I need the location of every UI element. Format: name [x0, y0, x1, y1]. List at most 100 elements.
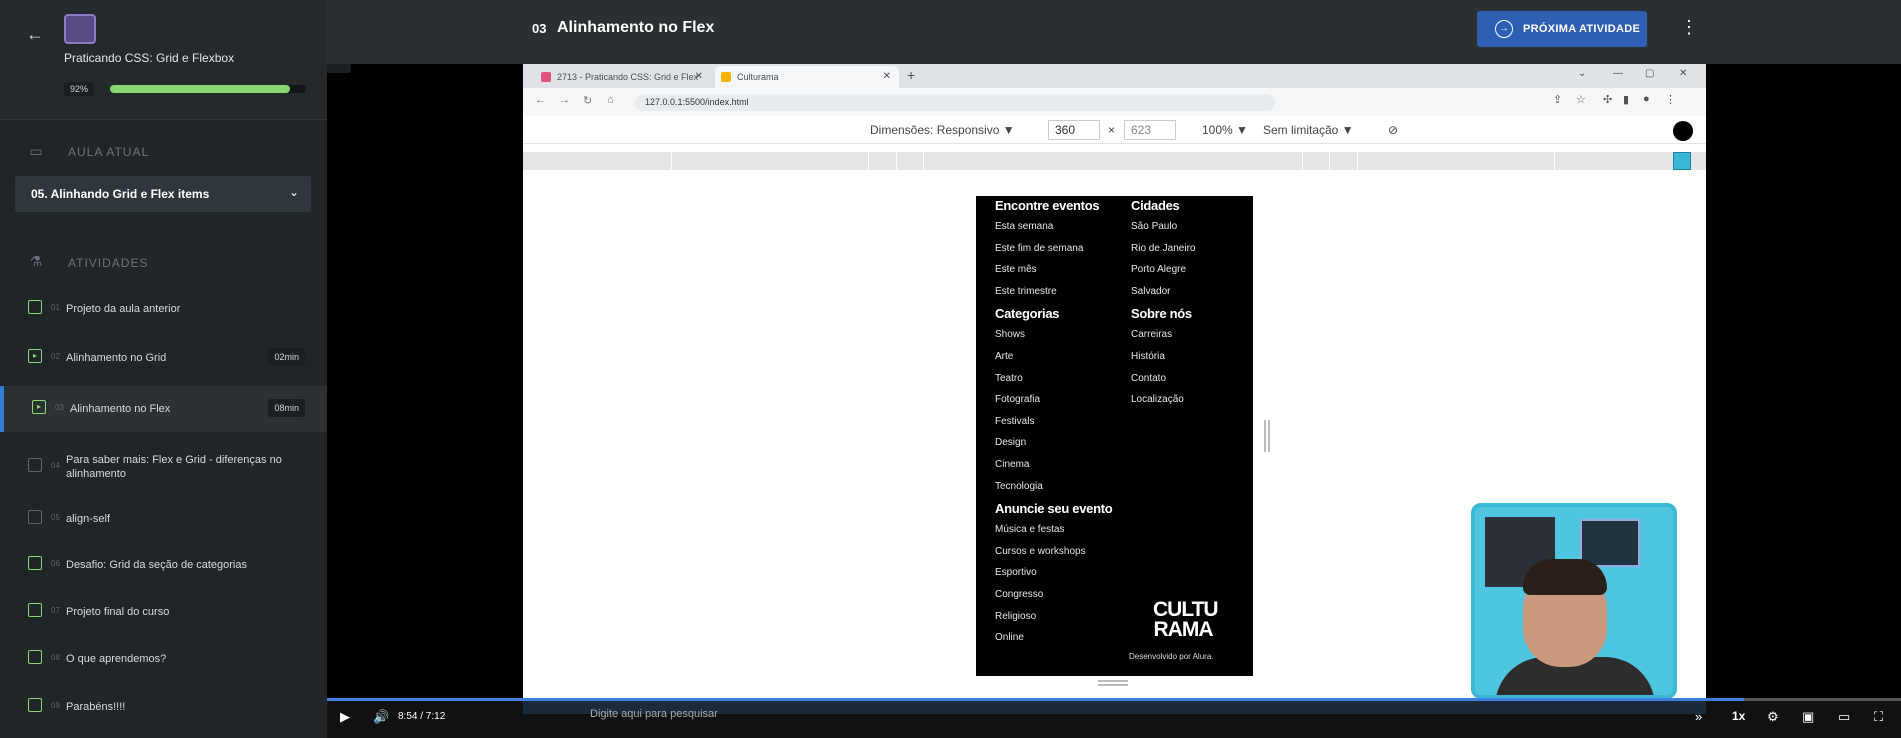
- device-toggle-icon[interactable]: [1673, 152, 1691, 170]
- activity-number: 05: [51, 513, 60, 522]
- extensions-icon[interactable]: ✣: [1603, 93, 1612, 106]
- footer-link[interactable]: Rio de Janeiro: [1131, 242, 1195, 264]
- dimensions-select[interactable]: Dimensões: Responsivo ▼: [870, 123, 1015, 137]
- close-icon[interactable]: ✕: [695, 66, 703, 88]
- sidebar-item-activity[interactable]: ▸ 03 Alinhamento no Flex 08min: [0, 386, 327, 432]
- resize-handle-horizontal[interactable]: [1098, 680, 1128, 686]
- footer-link[interactable]: Teatro: [995, 372, 1112, 394]
- width-input[interactable]: 360: [1048, 120, 1100, 140]
- footer-heading: Anuncie seu evento: [995, 501, 1113, 517]
- reload-icon[interactable]: ↻: [583, 94, 592, 107]
- footer-link[interactable]: Este mês: [995, 263, 1112, 285]
- footer-link[interactable]: Salvador: [1131, 285, 1195, 307]
- forward-icon[interactable]: →: [559, 94, 570, 106]
- rotate-icon[interactable]: ⊘: [1388, 123, 1398, 137]
- url-field[interactable]: 127.0.0.1:5500/index.html: [635, 94, 1275, 111]
- tab-search-icon[interactable]: ⌄: [1578, 68, 1586, 79]
- pip-icon[interactable]: ▣: [1802, 709, 1814, 725]
- next-activity-label: PRÓXIMA ATIVIDADE: [1523, 23, 1641, 35]
- figma-icon: [541, 72, 551, 82]
- progress-bar: [110, 85, 306, 93]
- footer-link[interactable]: Cursos e workshops: [995, 545, 1112, 567]
- activity-title: O que aprendemos?: [66, 653, 167, 665]
- activity-number: 08: [51, 653, 60, 662]
- footer-link[interactable]: Localização: [1131, 393, 1195, 415]
- profile-icon[interactable]: ●: [1643, 93, 1650, 105]
- throttle-select[interactable]: Sem limitação ▼: [1263, 123, 1354, 137]
- more-options-icon[interactable]: ⋮: [1680, 17, 1698, 38]
- footer-link[interactable]: Contato: [1131, 372, 1195, 394]
- browser-tabstrip: 2713 - Praticando CSS: Grid e Flex ✕ Cul…: [523, 64, 1706, 88]
- address-bar: ← → ↻ ⌂ 127.0.0.1:5500/index.html ⇪ ☆ ✣ …: [523, 88, 1706, 116]
- share-icon[interactable]: ⇪: [1553, 93, 1562, 106]
- footer-link[interactable]: Fotografia: [995, 393, 1112, 415]
- height-input[interactable]: 623: [1124, 120, 1176, 140]
- media-query-ruler: [523, 152, 1706, 170]
- close-icon[interactable]: ✕: [883, 66, 891, 88]
- sidebar-item-activity[interactable]: ▸ 02 Alinhamento no Grid 02min: [0, 335, 327, 381]
- play-icon: ▸: [32, 400, 46, 414]
- back-icon[interactable]: ←: [535, 94, 546, 106]
- browser-tab[interactable]: 2713 - Praticando CSS: Grid e Flex ✕: [535, 66, 711, 88]
- resize-handle-vertical[interactable]: [1264, 420, 1270, 452]
- sidebar-item-activity[interactable]: 05 align-self: [0, 496, 327, 542]
- sidebar-item-activity[interactable]: 01 Projeto da aula anterior: [0, 286, 327, 332]
- footer-link[interactable]: Festivals: [995, 415, 1112, 437]
- mobile-viewport: Encontre eventos Esta semana Este fim de s…: [976, 196, 1253, 676]
- footer-link[interactable]: Esportivo: [995, 566, 1112, 588]
- footer-link[interactable]: Congresso: [995, 588, 1112, 610]
- devtools-settings-icon[interactable]: [1673, 121, 1693, 141]
- footer-link[interactable]: Este fim de semana: [995, 242, 1112, 264]
- lesson-number: 03: [532, 21, 547, 36]
- home-icon[interactable]: ⌂: [607, 94, 614, 106]
- footer-link[interactable]: Esta semana: [995, 220, 1112, 242]
- footer-link[interactable]: História: [1131, 350, 1195, 372]
- new-tab-icon[interactable]: +: [907, 67, 915, 83]
- activity-title: Projeto da aula anterior: [66, 303, 181, 315]
- next-activity-button[interactable]: → PRÓXIMA ATIVIDADE: [1477, 11, 1647, 47]
- footer-link[interactable]: Carreiras: [1131, 328, 1195, 350]
- sidebar-item-activity[interactable]: 08 O que aprendemos?: [0, 636, 327, 682]
- footer-link[interactable]: Porto Alegre: [1131, 263, 1195, 285]
- footer-link[interactable]: Shows: [995, 328, 1112, 350]
- minimize-icon[interactable]: —: [1613, 68, 1623, 79]
- footer-link[interactable]: Arte: [995, 350, 1112, 372]
- menu-icon[interactable]: ⋮: [1665, 93, 1676, 106]
- footer-link[interactable]: Design: [995, 436, 1112, 458]
- footer-link[interactable]: Online: [995, 631, 1112, 653]
- sidebar-item-activity[interactable]: 09 Parabéns!!!!: [0, 684, 327, 730]
- sidebar-item-activity[interactable]: 07 Projeto final do curso: [0, 589, 327, 635]
- footer-link[interactable]: Cinema: [995, 458, 1112, 480]
- footer-link[interactable]: Música e festas: [995, 523, 1112, 545]
- settings-icon[interactable]: ⚙: [1767, 709, 1779, 725]
- current-lesson-select[interactable]: 05. Alinhando Grid e Flex items ⌄: [15, 176, 311, 212]
- activity-title: Para saber mais: Flex e Grid - diferença…: [66, 454, 282, 480]
- footer-link[interactable]: Tecnologia: [995, 480, 1112, 502]
- top-bar: 03 Alinhamento no Flex → PRÓXIMA ATIVIDA…: [327, 0, 1901, 64]
- activity-number: 02: [51, 352, 60, 361]
- browser-tab-active[interactable]: Culturama ✕: [715, 66, 899, 88]
- book-icon: [28, 603, 42, 617]
- seek-bar[interactable]: [327, 698, 1901, 701]
- sidebar-item-activity[interactable]: 06 Desafio: Grid da seção de categorias: [0, 542, 327, 588]
- zoom-select[interactable]: 100% ▼: [1202, 123, 1248, 137]
- star-icon[interactable]: ☆: [1576, 93, 1586, 106]
- volume-icon[interactable]: 🔊: [373, 709, 389, 725]
- flask-icon: ⚗: [29, 253, 43, 269]
- fast-forward-icon[interactable]: »: [1695, 709, 1702, 724]
- course-logo: [64, 14, 96, 44]
- footer-heading: Encontre eventos: [995, 198, 1100, 213]
- theater-icon[interactable]: ▭: [1838, 709, 1850, 725]
- fullscreen-icon[interactable]: ⛶: [1874, 709, 1883, 725]
- maximize-icon[interactable]: ▢: [1645, 68, 1654, 79]
- footer-link[interactable]: São Paulo: [1131, 220, 1195, 242]
- close-window-icon[interactable]: ✕: [1679, 68, 1687, 79]
- footer-link[interactable]: Este trimestre: [995, 285, 1112, 307]
- play-icon[interactable]: ▶: [340, 709, 350, 725]
- sidepanel-icon[interactable]: ▮: [1623, 93, 1629, 106]
- speed-button[interactable]: 1x: [1732, 709, 1745, 723]
- video-frame[interactable]: 2713 - Praticando CSS: Grid e Flex ✕ Cul…: [523, 64, 1706, 698]
- arrow-left-icon[interactable]: ←: [26, 24, 44, 45]
- sidebar-item-activity[interactable]: 04 Para saber mais: Flex e Grid - diferen…: [0, 444, 327, 490]
- footer-link[interactable]: Religioso: [995, 610, 1112, 632]
